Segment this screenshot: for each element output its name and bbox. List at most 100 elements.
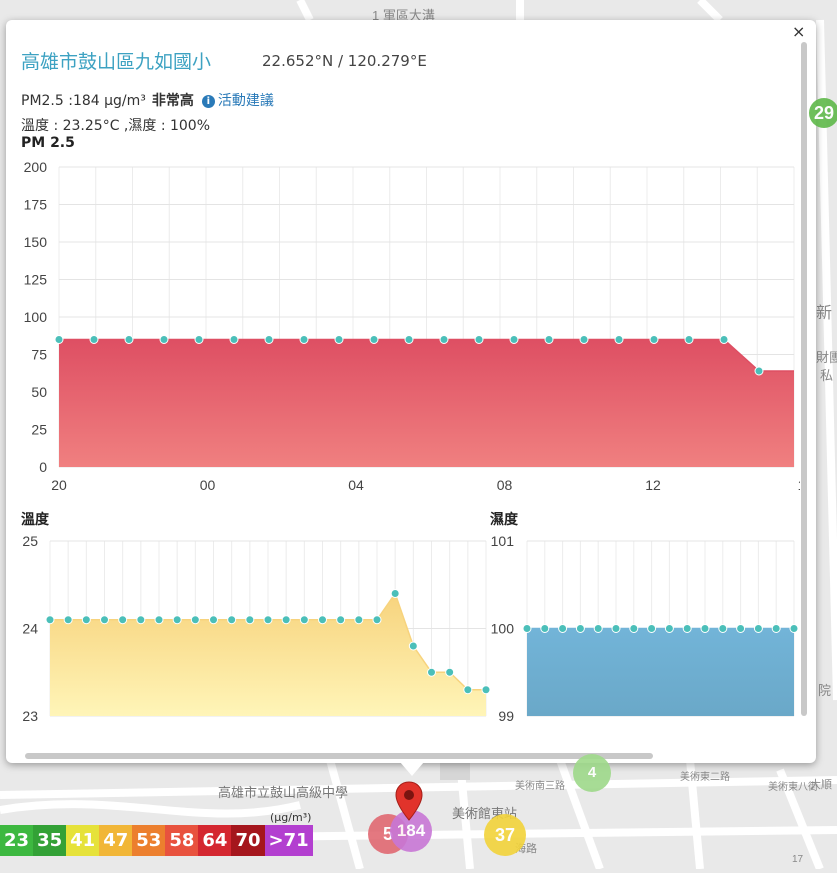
series-area <box>59 339 794 467</box>
data-point <box>318 615 327 625</box>
map-road <box>0 800 301 818</box>
humidity-chart: 99 100 101 <box>491 533 798 724</box>
data-point <box>579 335 589 344</box>
station-marker[interactable]: 37 <box>484 814 526 856</box>
data-point <box>63 615 73 625</box>
map-road <box>326 758 364 871</box>
map-label: 院 <box>818 683 831 698</box>
y-tick-label: 100 <box>24 309 48 325</box>
data-point <box>227 615 237 625</box>
data-point <box>390 589 400 598</box>
map-label: 大順 <box>810 777 832 791</box>
data-point <box>354 615 364 625</box>
x-tick-label: 20 <box>51 477 67 493</box>
legend-cell: 53 <box>132 825 166 856</box>
data-point <box>719 335 729 344</box>
data-point <box>172 615 182 625</box>
y-tick-label: 175 <box>24 197 48 213</box>
legend-cell: >71 <box>264 825 313 856</box>
data-point <box>154 615 164 625</box>
location-pin-icon[interactable] <box>394 780 424 822</box>
map-road <box>697 0 723 23</box>
data-point <box>118 615 128 625</box>
activity-advice-link[interactable]: 活動建議 <box>218 93 274 109</box>
data-point <box>336 615 346 625</box>
station-marker[interactable]: 4 <box>573 754 611 792</box>
map-block <box>440 760 470 780</box>
data-point <box>334 335 344 344</box>
y-tick-label: 125 <box>24 272 48 288</box>
data-point <box>100 615 109 625</box>
pm-value-text: PM2.5 :184 μg/m³ <box>21 93 146 109</box>
data-point <box>474 335 484 344</box>
data-point <box>753 624 763 633</box>
data-point <box>209 615 218 625</box>
y-tick-label: 99 <box>498 708 514 724</box>
pin-shape <box>395 781 423 821</box>
legend-cell: 23 <box>0 825 34 856</box>
data-point <box>664 624 674 633</box>
data-point <box>522 624 532 633</box>
data-point <box>754 366 764 376</box>
data-point <box>684 335 694 344</box>
station-marker[interactable]: 29 <box>809 98 837 128</box>
temperature-chart: 23 24 25 <box>22 533 491 724</box>
y-tick-label: 0 <box>39 459 47 475</box>
data-point <box>372 615 382 625</box>
map-label: 美術東二路 <box>680 770 730 783</box>
data-point <box>789 624 798 633</box>
pm-color-legend: (μg/m³) 23 35 41 47 53 58 64 70 >71 <box>0 811 313 856</box>
data-point <box>575 624 585 633</box>
data-point <box>700 624 710 633</box>
station-coordinates: 22.652°N / 120.279°E <box>262 52 427 70</box>
pin-dot <box>404 790 414 800</box>
x-tick-label: 08 <box>497 477 513 493</box>
data-point <box>81 615 91 625</box>
pm-level-text: 非常高 <box>151 93 194 109</box>
horizontal-scrollbar[interactable] <box>25 753 653 759</box>
data-point <box>439 335 449 344</box>
legend-cell: 35 <box>33 825 67 856</box>
data-point <box>427 667 436 677</box>
data-point <box>509 335 519 344</box>
data-point <box>629 624 639 633</box>
data-point <box>404 335 414 344</box>
pm-summary: PM2.5 :184 μg/m³ 非常高 i 活動建議 <box>21 90 274 110</box>
data-point <box>190 615 200 625</box>
data-point <box>649 335 659 344</box>
data-point <box>771 624 781 633</box>
map-label: 新 <box>816 304 832 322</box>
info-icon[interactable]: i <box>201 95 215 108</box>
x-tick-label: 04 <box>348 477 364 493</box>
data-point <box>159 335 169 344</box>
pm-chart-title: PM 2.5 <box>21 135 75 151</box>
data-point <box>263 615 273 625</box>
data-point <box>718 624 728 633</box>
data-point <box>463 685 473 695</box>
y-tick-label: 23 <box>22 708 38 724</box>
legend-cell: 64 <box>198 825 232 856</box>
legend-cell: 58 <box>165 825 199 856</box>
y-tick-label: 75 <box>31 347 47 363</box>
data-point <box>647 624 657 633</box>
vertical-scrollbar[interactable] <box>801 42 807 716</box>
x-tick-label: 12 <box>645 477 661 493</box>
data-point <box>54 335 64 344</box>
pm-chart: 0 25 50 75 100 125 150 175 200 20 00 04 08 12 1 <box>24 159 800 493</box>
popup-pointer <box>400 762 424 776</box>
data-point <box>281 615 291 625</box>
data-point <box>593 624 603 633</box>
data-point <box>611 624 621 633</box>
close-button[interactable]: × <box>792 22 805 41</box>
data-point <box>544 335 554 344</box>
data-point <box>445 667 455 677</box>
data-point <box>408 641 418 651</box>
map-label: 財團 <box>816 350 837 365</box>
y-tick-label: 50 <box>31 384 47 400</box>
legend-unit: (μg/m³) <box>270 811 312 824</box>
data-point <box>299 335 309 344</box>
data-point <box>229 335 239 344</box>
legend-cell: 47 <box>99 825 133 856</box>
y-tick-label: 25 <box>22 533 38 549</box>
data-point <box>124 335 134 344</box>
